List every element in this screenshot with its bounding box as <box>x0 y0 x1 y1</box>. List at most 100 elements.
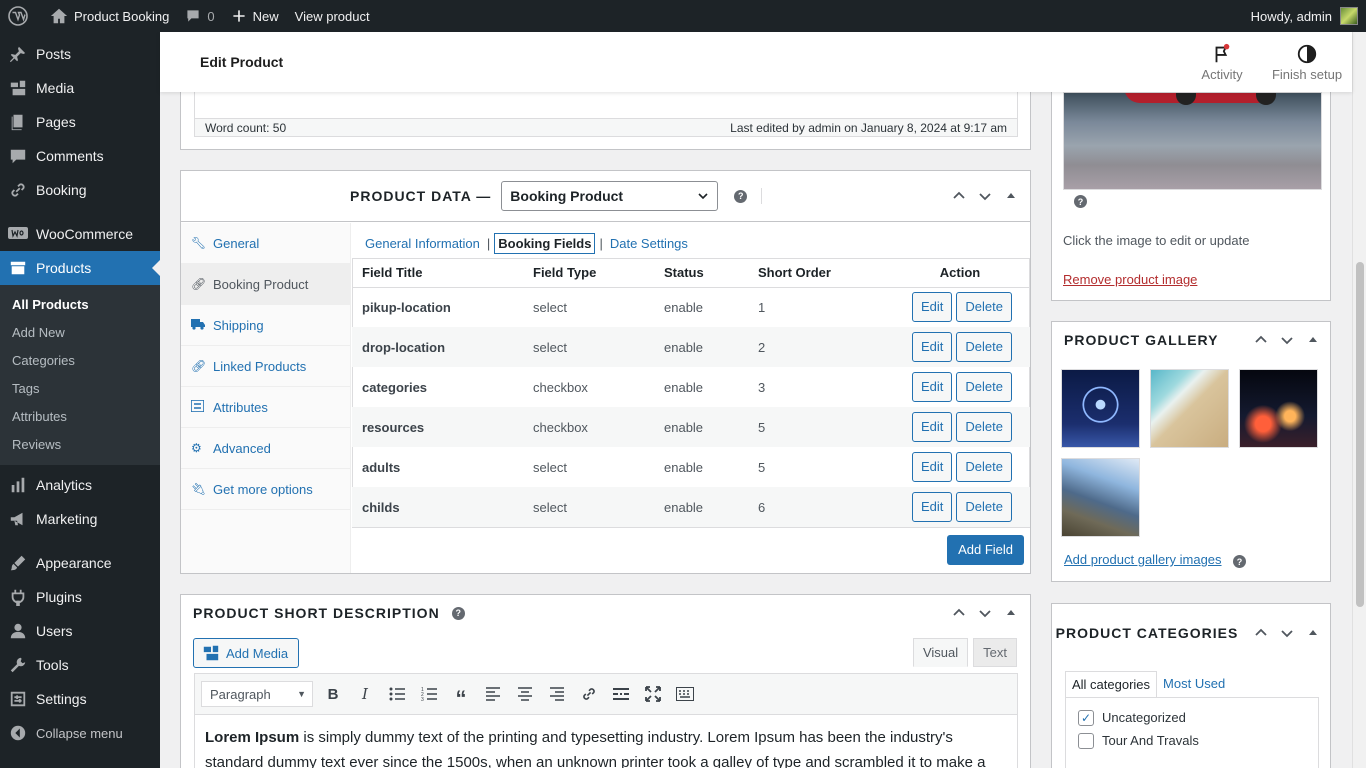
fullscreen-icon[interactable] <box>637 679 669 709</box>
submenu-categories[interactable]: Categories <box>0 347 160 375</box>
sidebar-item-booking[interactable]: Booking <box>0 173 160 207</box>
category-checkbox-checked[interactable]: ✓ <box>1078 709 1094 726</box>
delete-button[interactable]: Delete <box>956 372 1012 402</box>
sidebar-item-woocommerce[interactable]: WooCommerce <box>0 217 160 251</box>
tab-booking-product[interactable]: 🔗︎ Booking Product <box>181 264 350 305</box>
delete-button[interactable]: Delete <box>956 412 1012 442</box>
finish-setup-button[interactable]: Finish setup <box>1262 43 1352 82</box>
sidebar-item-products[interactable]: Products <box>0 251 160 285</box>
edit-button[interactable]: Edit <box>912 332 953 362</box>
toggle-panel-icon[interactable] <box>1300 327 1326 353</box>
sidebar-item-users[interactable]: Users <box>0 614 160 648</box>
sidebar-item-marketing[interactable]: Marketing <box>0 502 160 536</box>
product-type-select[interactable]: Booking Product <box>501 181 719 211</box>
delete-button[interactable]: Delete <box>956 452 1012 482</box>
gallery-image[interactable] <box>1061 369 1140 448</box>
align-right-icon[interactable] <box>541 679 573 709</box>
insert-link-icon[interactable] <box>573 679 605 709</box>
move-down-icon[interactable] <box>1274 620 1300 646</box>
gallery-image[interactable] <box>1239 369 1318 448</box>
move-up-icon[interactable] <box>946 600 972 626</box>
edit-button[interactable]: Edit <box>912 372 953 402</box>
move-down-icon[interactable] <box>1274 327 1300 353</box>
sidebar-item-media[interactable]: Media <box>0 71 160 105</box>
help-icon[interactable]: ? <box>734 189 748 203</box>
sidebar-item-posts[interactable]: Posts <box>0 37 160 71</box>
bold-icon[interactable]: B <box>317 679 349 709</box>
page-scrollbar[interactable] <box>1352 32 1366 768</box>
move-up-icon[interactable] <box>1248 327 1274 353</box>
sidebar-item-comments[interactable]: Comments <box>0 139 160 173</box>
new-content-link[interactable]: New <box>223 0 287 32</box>
add-gallery-images-link[interactable]: Add product gallery images <box>1064 552 1222 567</box>
submenu-attributes[interactable]: Attributes <box>0 403 160 431</box>
sidebar-item-tools[interactable]: Tools <box>0 648 160 682</box>
toggle-panel-icon[interactable] <box>998 600 1024 626</box>
tab-visual[interactable]: Visual <box>912 638 969 667</box>
subtab-booking-fields[interactable]: Booking Fields <box>494 233 596 254</box>
add-media-button[interactable]: Add Media <box>193 638 300 668</box>
help-icon[interactable]: ? <box>451 606 465 620</box>
gallery-image[interactable] <box>1150 369 1229 448</box>
sidebar-item-collapse[interactable]: Collapse menu <box>0 716 160 750</box>
tab-most-used[interactable]: Most Used <box>1157 671 1231 698</box>
submenu-all-products[interactable]: All Products <box>0 291 160 319</box>
read-more-icon[interactable] <box>605 679 637 709</box>
gallery-image[interactable] <box>1061 458 1140 537</box>
italic-icon[interactable]: I <box>349 679 381 709</box>
edit-button[interactable]: Edit <box>912 492 953 522</box>
help-icon[interactable]: ? <box>1233 555 1246 568</box>
delete-button[interactable]: Delete <box>956 292 1012 323</box>
submenu-add-new[interactable]: Add New <box>0 319 160 347</box>
subtab-date-settings[interactable]: Date Settings <box>607 234 691 253</box>
format-select[interactable]: Paragraph ▼ <box>201 681 313 707</box>
delete-button[interactable]: Delete <box>956 492 1012 522</box>
tab-shipping[interactable]: Shipping <box>181 305 350 346</box>
remove-product-image-link[interactable]: Remove product image <box>1063 272 1197 287</box>
add-field-button[interactable]: Add Field <box>947 535 1024 565</box>
short-description-content[interactable]: Lorem Ipsum is simply dummy text of the … <box>194 715 1018 768</box>
toggle-panel-icon[interactable] <box>998 183 1024 209</box>
wordpress-logo[interactable] <box>0 0 42 32</box>
sidebar-item-analytics[interactable]: Analytics <box>0 468 160 502</box>
view-product-link[interactable]: View product <box>287 0 378 32</box>
tab-all-categories[interactable]: All categories <box>1065 671 1158 698</box>
keyboard-icon[interactable] <box>669 679 701 709</box>
tab-advanced[interactable]: ⚙ Advanced <box>181 428 350 469</box>
blockquote-icon[interactable]: “ <box>445 679 477 710</box>
avatar[interactable] <box>1340 7 1358 25</box>
edit-button[interactable]: Edit <box>912 292 953 323</box>
edit-button[interactable]: Edit <box>912 412 953 442</box>
tab-linked-products[interactable]: 🔗︎ Linked Products <box>181 346 350 387</box>
align-left-icon[interactable] <box>477 679 509 709</box>
move-up-icon[interactable] <box>1248 620 1274 646</box>
sidebar-item-plugins[interactable]: Plugins <box>0 580 160 614</box>
move-down-icon[interactable] <box>972 600 998 626</box>
category-checkbox[interactable] <box>1078 732 1094 749</box>
toggle-panel-icon[interactable] <box>1300 620 1326 646</box>
activity-button[interactable]: Activity <box>1182 43 1262 82</box>
tab-text[interactable]: Text <box>973 638 1017 667</box>
help-icon[interactable]: ? <box>1074 195 1087 208</box>
submenu-reviews[interactable]: Reviews <box>0 431 160 459</box>
tab-attributes[interactable]: Attributes <box>181 387 350 428</box>
product-image[interactable] <box>1063 92 1322 190</box>
align-center-icon[interactable] <box>509 679 541 709</box>
sidebar-item-pages[interactable]: Pages <box>0 105 160 139</box>
tab-general[interactable]: 🔧︎ General <box>181 223 350 264</box>
move-down-icon[interactable] <box>972 183 998 209</box>
subtab-general-information[interactable]: General Information <box>362 234 483 253</box>
move-up-icon[interactable] <box>946 183 972 209</box>
comments-link[interactable]: 0 <box>177 0 222 32</box>
scrollbar-thumb[interactable] <box>1356 262 1364 607</box>
editor-area[interactable] <box>194 92 1018 118</box>
edit-button[interactable]: Edit <box>912 452 953 482</box>
submenu-tags[interactable]: Tags <box>0 375 160 403</box>
delete-button[interactable]: Delete <box>956 332 1012 362</box>
numbered-list-icon[interactable]: 123 <box>413 679 445 709</box>
sidebar-item-settings[interactable]: Settings <box>0 682 160 716</box>
sidebar-item-appearance[interactable]: Appearance <box>0 546 160 580</box>
bullet-list-icon[interactable] <box>381 679 413 709</box>
howdy-greeting[interactable]: Howdy, admin <box>1251 9 1332 24</box>
tab-get-more-options[interactable]: 🔌︎ Get more options <box>181 469 350 510</box>
